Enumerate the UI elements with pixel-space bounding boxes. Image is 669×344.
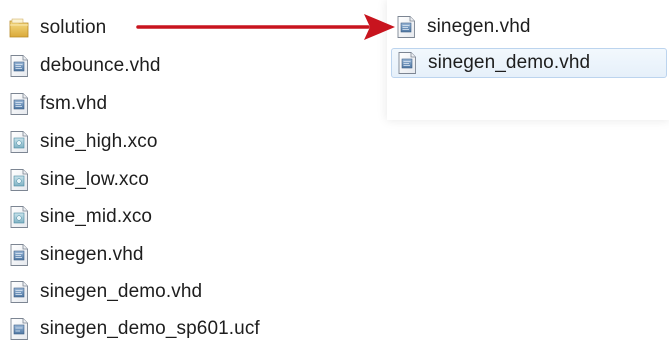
vhd-file-icon [8,243,30,267]
solution-file-item-sinegen-vhd[interactable]: sinegen.vhd [395,12,531,42]
folder-item-solution[interactable]: solution [8,13,106,43]
xco-file-icon [8,130,30,154]
file-item-label: sine_high.xco [40,131,158,152]
file-item-label: sine_mid.xco [40,206,153,227]
file-item-sine-high-xco[interactable]: sine_high.xco [8,127,158,157]
file-item-sinegen-demo-vhd[interactable]: sinegen_demo.vhd [8,277,202,307]
file-item-label: solution [40,17,107,38]
xco-file-icon [8,205,30,229]
file-item-label: sinegen_demo_sp601.ucf [40,318,260,339]
file-item-label: sine_low.xco [40,169,149,190]
vhd-file-icon [395,15,417,39]
file-item-fsm-vhd[interactable]: fsm.vhd [8,89,107,119]
vhd-file-icon [8,92,30,116]
vhd-file-icon [8,54,30,78]
file-item-sine-mid-xco[interactable]: sine_mid.xco [8,202,152,232]
file-item-label: sinegen.vhd [40,244,144,265]
file-item-sinegen-vhd[interactable]: sinegen.vhd [8,240,144,270]
solution-file-item-sinegen-demo-vhd-selected[interactable]: sinegen_demo.vhd [391,48,667,78]
file-item-label: sinegen_demo.vhd [40,281,203,302]
vhd-file-icon [396,51,418,75]
ucf-file-icon [8,317,30,341]
file-item-label: sinegen_demo.vhd [428,52,591,73]
vhd-file-icon [8,280,30,304]
xco-file-icon [8,168,30,192]
file-item-debounce-vhd[interactable]: debounce.vhd [8,51,161,81]
left-file-list-pane: solution debounce.vhd fsm.vhd sine_high.… [0,0,320,341]
folder-icon [8,16,30,40]
file-item-label: debounce.vhd [40,55,161,76]
right-file-list-pane: sinegen.vhd sinegen_demo.vhd [387,0,669,120]
file-item-label: fsm.vhd [40,93,108,114]
file-item-sinegen-demo-sp601-ucf[interactable]: sinegen_demo_sp601.ucf [8,314,260,344]
file-item-sine-low-xco[interactable]: sine_low.xco [8,165,149,195]
file-item-label: sinegen.vhd [427,16,531,37]
